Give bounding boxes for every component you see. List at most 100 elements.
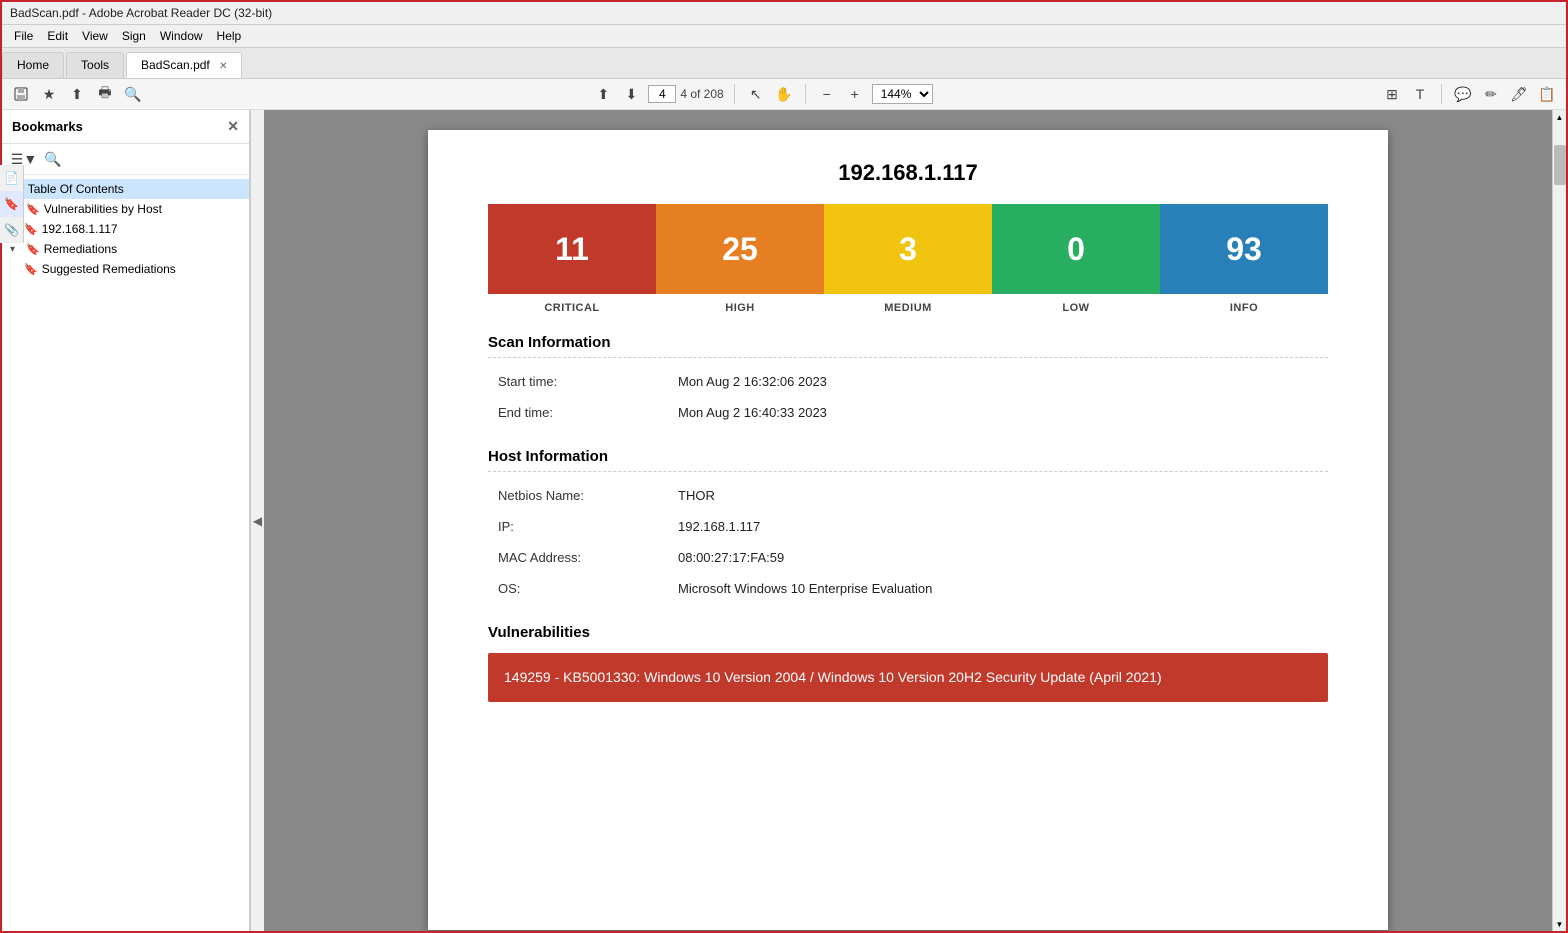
host-os-row: OS: Microsoft Windows 10 Enterprise Eval… [488, 573, 1328, 604]
vuln-section-title: Vulnerabilities [488, 624, 1328, 641]
sidebar-item-toc-label: Table Of Contents [28, 182, 124, 196]
scan-end-label: End time: [488, 397, 668, 428]
sidebar-item-suggested[interactable]: 🔖 Suggested Remediations [2, 259, 249, 279]
scroll-up-arrow[interactable]: ▲ [1553, 110, 1567, 124]
page-nav: 4 of 208 [648, 85, 723, 103]
host-ip-value: 192.168.1.117 [668, 511, 1328, 542]
severity-info: 93 [1160, 204, 1328, 294]
scan-start-label: Start time: [488, 366, 668, 397]
sidebar-item-toc[interactable]: 🔖 Table Of Contents [2, 179, 249, 199]
host-mac-label: MAC Address: [488, 542, 668, 573]
sidebar-search-icon[interactable]: 🔍 [42, 148, 64, 170]
menu-bar: File Edit View Sign Window Help [2, 25, 1566, 48]
save-icon[interactable] [10, 83, 32, 105]
tab-bar: Home Tools BadScan.pdf ✕ [2, 48, 1566, 79]
sidebar-item-ip[interactable]: 🔖 192.168.1.117 [2, 219, 249, 239]
sidebar-collapse-handle[interactable]: ◀ [250, 110, 264, 931]
stamp-icon[interactable]: 📋 [1536, 83, 1558, 105]
host-mac-row: MAC Address: 08:00:27:17:FA:59 [488, 542, 1328, 573]
sidebar-tab-pages[interactable]: 📄 [2, 165, 23, 191]
menu-view[interactable]: View [76, 27, 114, 45]
host-info-title: Host Information [488, 448, 1328, 472]
sidebar-item-suggested-label: Suggested Remediations [42, 262, 176, 276]
page-number-input[interactable] [648, 85, 676, 103]
bookmark-icon-suggested: 🔖 [24, 263, 38, 276]
sidebar-item-vuln-host[interactable]: ▾ 🔖 Vulnerabilities by Host [2, 199, 249, 219]
print-icon[interactable]: 🖶 [94, 83, 116, 105]
label-critical: CRITICAL [488, 302, 656, 314]
severity-medium: 3 [824, 204, 992, 294]
tab-tools[interactable]: Tools [66, 52, 124, 78]
select-tool-icon[interactable]: ↖ [745, 83, 767, 105]
page-organize-icon[interactable]: ⊞ [1381, 83, 1403, 105]
vuln-entry: 149259 - KB5001330: Windows 10 Version 2… [488, 653, 1328, 702]
severity-bar: 11 25 3 0 93 [488, 204, 1328, 294]
ip-title: 192.168.1.117 [488, 160, 1328, 186]
expand-icon-remed[interactable]: ▾ [10, 244, 22, 255]
severity-low: 0 [992, 204, 1160, 294]
sidebar-title: Bookmarks [12, 119, 83, 134]
bookmark-icon-ip: 🔖 [24, 223, 38, 236]
star-icon[interactable]: ★ [38, 83, 60, 105]
menu-sign[interactable]: Sign [116, 27, 152, 45]
label-info: INFO [1160, 302, 1328, 314]
host-ip-row: IP: 192.168.1.117 [488, 511, 1328, 542]
bookmark-icon-vuln: 🔖 [26, 203, 40, 216]
page-down-icon[interactable]: ⬇ [620, 83, 642, 105]
sidebar-item-remediation[interactable]: ▾ 🔖 Remediations [2, 239, 249, 259]
zoom-select[interactable]: 144% 100% 75% 50% 200% [872, 84, 933, 104]
label-low: LOW [992, 302, 1160, 314]
zoom-in-icon[interactable]: + [844, 83, 866, 105]
host-netbios-value: THOR [668, 480, 1328, 511]
tab-close-icon[interactable]: ✕ [219, 61, 227, 72]
label-high: HIGH [656, 302, 824, 314]
pdf-content: 192.168.1.117 11 25 3 0 [264, 110, 1552, 931]
scan-start-row: Start time: Mon Aug 2 16:32:06 2023 [488, 366, 1328, 397]
page-up-icon[interactable]: ⬆ [592, 83, 614, 105]
toolbar-right: ⊞ T 💬 ✏ 🖊 📋 [1381, 83, 1558, 105]
sidebar-tab-bookmarks[interactable]: 🔖 [2, 191, 23, 217]
menu-file[interactable]: File [8, 27, 39, 45]
host-os-value: Microsoft Windows 10 Enterprise Evaluati… [668, 573, 1328, 604]
highlight-icon[interactable]: 🖊 [1508, 83, 1530, 105]
sidebar-close-icon[interactable]: ✕ [227, 118, 239, 135]
sidebar-item-remed-label: Remediations [44, 242, 117, 256]
menu-help[interactable]: Help [211, 27, 248, 45]
scroll-track [1553, 124, 1567, 917]
scroll-down-arrow[interactable]: ▼ [1553, 917, 1567, 931]
scan-info-title: Scan Information [488, 334, 1328, 358]
zoom-out-icon[interactable]: − [816, 83, 838, 105]
host-ip-label: IP: [488, 511, 668, 542]
menu-window[interactable]: Window [154, 27, 209, 45]
sidebar-header: Bookmarks ✕ [2, 110, 249, 144]
scan-end-value: Mon Aug 2 16:40:33 2023 [668, 397, 1328, 428]
sidebar-tab-attachments[interactable]: 📎 [2, 217, 23, 243]
bookmark-icon-remed: 🔖 [26, 243, 40, 256]
host-netbios-row: Netbios Name: THOR [488, 480, 1328, 511]
sidebar-item-ip-label: 192.168.1.117 [42, 222, 118, 236]
scroll-thumb[interactable] [1554, 145, 1566, 185]
tab-home[interactable]: Home [2, 52, 64, 78]
tab-badscan[interactable]: BadScan.pdf ✕ [126, 52, 242, 78]
host-mac-value: 08:00:27:17:FA:59 [668, 542, 1328, 573]
type-tool-icon[interactable]: T [1409, 83, 1431, 105]
search-icon[interactable]: 🔍 [122, 83, 144, 105]
hand-tool-icon[interactable]: ✋ [773, 83, 795, 105]
scan-start-value: Mon Aug 2 16:32:06 2023 [668, 366, 1328, 397]
pdf-page: 192.168.1.117 11 25 3 0 [428, 130, 1388, 930]
window-title-bar: BadScan.pdf - Adobe Acrobat Reader DC (3… [2, 2, 1566, 25]
severity-high: 25 [656, 204, 824, 294]
sidebar-toolbar: ☰▼ 🔍 [2, 144, 249, 175]
scan-end-row: End time: Mon Aug 2 16:40:33 2023 [488, 397, 1328, 428]
share-icon[interactable]: ⬆ [66, 83, 88, 105]
label-medium: MEDIUM [824, 302, 992, 314]
page-total: 4 of 208 [680, 87, 723, 101]
sidebar: 📄 🔖 📎 Bookmarks ✕ ☰▼ 🔍 🔖 Table O [2, 110, 250, 931]
pencil-icon[interactable]: ✏ [1480, 83, 1502, 105]
severity-labels: CRITICAL HIGH MEDIUM LOW INFO [488, 302, 1328, 314]
menu-edit[interactable]: Edit [41, 27, 74, 45]
host-netbios-label: Netbios Name: [488, 480, 668, 511]
toolbar-center: ⬆ ⬇ 4 of 208 ↖ ✋ − + 144% 100% 75% 50% 2… [592, 83, 932, 105]
comment-icon[interactable]: 💬 [1452, 83, 1474, 105]
main-area: 📄 🔖 📎 Bookmarks ✕ ☰▼ 🔍 🔖 Table O [2, 110, 1566, 931]
